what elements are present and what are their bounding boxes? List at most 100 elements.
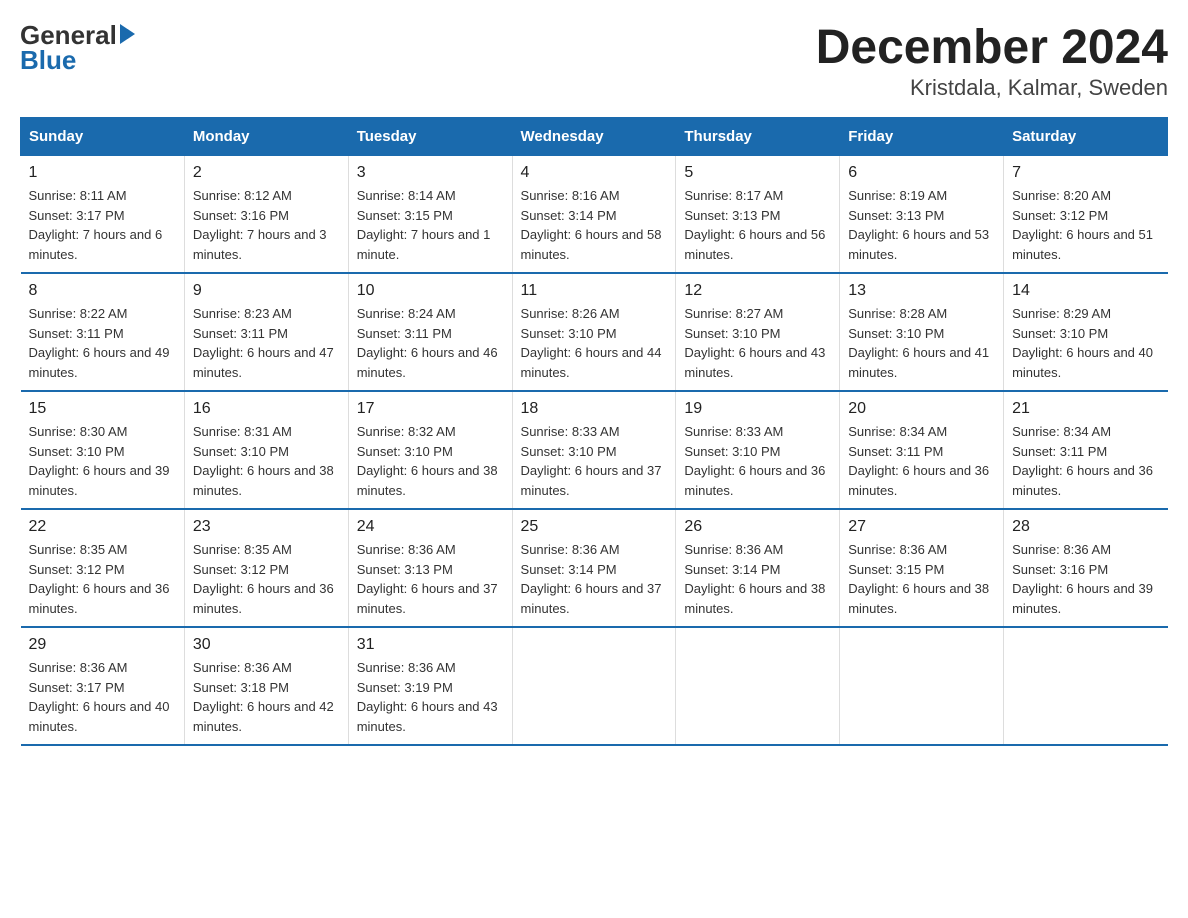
day-info: Sunrise: 8:12 AMSunset: 3:16 PMDaylight:… — [193, 186, 340, 264]
table-row: 11 Sunrise: 8:26 AMSunset: 3:10 PMDaylig… — [512, 273, 676, 391]
table-row: 9 Sunrise: 8:23 AMSunset: 3:11 PMDayligh… — [184, 273, 348, 391]
day-info: Sunrise: 8:16 AMSunset: 3:14 PMDaylight:… — [521, 186, 668, 264]
day-number: 31 — [357, 636, 504, 654]
calendar-week-row: 29 Sunrise: 8:36 AMSunset: 3:17 PMDaylig… — [21, 627, 1168, 745]
day-info: Sunrise: 8:36 AMSunset: 3:18 PMDaylight:… — [193, 658, 340, 736]
day-number: 19 — [684, 400, 831, 418]
day-number: 30 — [193, 636, 340, 654]
day-info: Sunrise: 8:30 AMSunset: 3:10 PMDaylight:… — [29, 422, 176, 500]
day-number: 23 — [193, 518, 340, 536]
day-info: Sunrise: 8:23 AMSunset: 3:11 PMDaylight:… — [193, 304, 340, 382]
table-row: 24 Sunrise: 8:36 AMSunset: 3:13 PMDaylig… — [348, 509, 512, 627]
table-row: 19 Sunrise: 8:33 AMSunset: 3:10 PMDaylig… — [676, 391, 840, 509]
calendar-week-row: 1 Sunrise: 8:11 AMSunset: 3:17 PMDayligh… — [21, 156, 1168, 274]
header-sunday: Sunday — [21, 118, 185, 156]
day-number: 6 — [848, 164, 995, 182]
day-number: 5 — [684, 164, 831, 182]
day-info: Sunrise: 8:31 AMSunset: 3:10 PMDaylight:… — [193, 422, 340, 500]
header: General Blue December 2024 Kristdala, Ka… — [20, 20, 1168, 101]
page-title: December 2024 — [816, 20, 1168, 75]
day-number: 8 — [29, 282, 176, 300]
table-row: 7 Sunrise: 8:20 AMSunset: 3:12 PMDayligh… — [1004, 156, 1168, 274]
table-row: 23 Sunrise: 8:35 AMSunset: 3:12 PMDaylig… — [184, 509, 348, 627]
logo-triangle-icon — [120, 24, 135, 44]
day-number: 15 — [29, 400, 176, 418]
table-row: 21 Sunrise: 8:34 AMSunset: 3:11 PMDaylig… — [1004, 391, 1168, 509]
day-number: 14 — [1012, 282, 1159, 300]
header-monday: Monday — [184, 118, 348, 156]
day-info: Sunrise: 8:33 AMSunset: 3:10 PMDaylight:… — [684, 422, 831, 500]
day-info: Sunrise: 8:17 AMSunset: 3:13 PMDaylight:… — [684, 186, 831, 264]
calendar-table: Sunday Monday Tuesday Wednesday Thursday… — [20, 117, 1168, 746]
page-subtitle: Kristdala, Kalmar, Sweden — [816, 75, 1168, 101]
day-info: Sunrise: 8:36 AMSunset: 3:15 PMDaylight:… — [848, 540, 995, 618]
table-row: 13 Sunrise: 8:28 AMSunset: 3:10 PMDaylig… — [840, 273, 1004, 391]
day-number: 25 — [521, 518, 668, 536]
table-row: 31 Sunrise: 8:36 AMSunset: 3:19 PMDaylig… — [348, 627, 512, 745]
day-info: Sunrise: 8:29 AMSunset: 3:10 PMDaylight:… — [1012, 304, 1159, 382]
table-row: 10 Sunrise: 8:24 AMSunset: 3:11 PMDaylig… — [348, 273, 512, 391]
logo-blue-text: Blue — [20, 45, 135, 76]
day-number: 2 — [193, 164, 340, 182]
day-number: 21 — [1012, 400, 1159, 418]
title-area: December 2024 Kristdala, Kalmar, Sweden — [816, 20, 1168, 101]
day-info: Sunrise: 8:36 AMSunset: 3:19 PMDaylight:… — [357, 658, 504, 736]
day-number: 1 — [29, 164, 176, 182]
header-row: Sunday Monday Tuesday Wednesday Thursday… — [21, 118, 1168, 156]
day-number: 22 — [29, 518, 176, 536]
day-info: Sunrise: 8:36 AMSunset: 3:16 PMDaylight:… — [1012, 540, 1159, 618]
table-row: 2 Sunrise: 8:12 AMSunset: 3:16 PMDayligh… — [184, 156, 348, 274]
header-friday: Friday — [840, 118, 1004, 156]
header-tuesday: Tuesday — [348, 118, 512, 156]
day-info: Sunrise: 8:36 AMSunset: 3:14 PMDaylight:… — [684, 540, 831, 618]
calendar-week-row: 8 Sunrise: 8:22 AMSunset: 3:11 PMDayligh… — [21, 273, 1168, 391]
day-info: Sunrise: 8:34 AMSunset: 3:11 PMDaylight:… — [848, 422, 995, 500]
day-info: Sunrise: 8:36 AMSunset: 3:13 PMDaylight:… — [357, 540, 504, 618]
day-info: Sunrise: 8:32 AMSunset: 3:10 PMDaylight:… — [357, 422, 504, 500]
table-row: 6 Sunrise: 8:19 AMSunset: 3:13 PMDayligh… — [840, 156, 1004, 274]
day-number: 12 — [684, 282, 831, 300]
table-row: 3 Sunrise: 8:14 AMSunset: 3:15 PMDayligh… — [348, 156, 512, 274]
day-number: 20 — [848, 400, 995, 418]
table-row: 5 Sunrise: 8:17 AMSunset: 3:13 PMDayligh… — [676, 156, 840, 274]
table-row — [676, 627, 840, 745]
day-number: 3 — [357, 164, 504, 182]
table-row: 8 Sunrise: 8:22 AMSunset: 3:11 PMDayligh… — [21, 273, 185, 391]
day-info: Sunrise: 8:35 AMSunset: 3:12 PMDaylight:… — [193, 540, 340, 618]
day-number: 28 — [1012, 518, 1159, 536]
header-thursday: Thursday — [676, 118, 840, 156]
day-number: 18 — [521, 400, 668, 418]
table-row: 16 Sunrise: 8:31 AMSunset: 3:10 PMDaylig… — [184, 391, 348, 509]
table-row: 20 Sunrise: 8:34 AMSunset: 3:11 PMDaylig… — [840, 391, 1004, 509]
table-row: 18 Sunrise: 8:33 AMSunset: 3:10 PMDaylig… — [512, 391, 676, 509]
table-row: 12 Sunrise: 8:27 AMSunset: 3:10 PMDaylig… — [676, 273, 840, 391]
day-info: Sunrise: 8:28 AMSunset: 3:10 PMDaylight:… — [848, 304, 995, 382]
day-info: Sunrise: 8:20 AMSunset: 3:12 PMDaylight:… — [1012, 186, 1159, 264]
day-number: 29 — [29, 636, 176, 654]
day-number: 13 — [848, 282, 995, 300]
table-row: 27 Sunrise: 8:36 AMSunset: 3:15 PMDaylig… — [840, 509, 1004, 627]
logo: General Blue — [20, 20, 135, 76]
table-row: 29 Sunrise: 8:36 AMSunset: 3:17 PMDaylig… — [21, 627, 185, 745]
day-info: Sunrise: 8:26 AMSunset: 3:10 PMDaylight:… — [521, 304, 668, 382]
day-info: Sunrise: 8:33 AMSunset: 3:10 PMDaylight:… — [521, 422, 668, 500]
table-row: 17 Sunrise: 8:32 AMSunset: 3:10 PMDaylig… — [348, 391, 512, 509]
day-info: Sunrise: 8:27 AMSunset: 3:10 PMDaylight:… — [684, 304, 831, 382]
day-info: Sunrise: 8:35 AMSunset: 3:12 PMDaylight:… — [29, 540, 176, 618]
table-row: 30 Sunrise: 8:36 AMSunset: 3:18 PMDaylig… — [184, 627, 348, 745]
day-number: 17 — [357, 400, 504, 418]
day-number: 24 — [357, 518, 504, 536]
day-info: Sunrise: 8:34 AMSunset: 3:11 PMDaylight:… — [1012, 422, 1159, 500]
day-number: 16 — [193, 400, 340, 418]
table-row — [840, 627, 1004, 745]
table-row: 14 Sunrise: 8:29 AMSunset: 3:10 PMDaylig… — [1004, 273, 1168, 391]
table-row: 1 Sunrise: 8:11 AMSunset: 3:17 PMDayligh… — [21, 156, 185, 274]
table-row — [512, 627, 676, 745]
table-row: 4 Sunrise: 8:16 AMSunset: 3:14 PMDayligh… — [512, 156, 676, 274]
day-info: Sunrise: 8:36 AMSunset: 3:14 PMDaylight:… — [521, 540, 668, 618]
day-info: Sunrise: 8:14 AMSunset: 3:15 PMDaylight:… — [357, 186, 504, 264]
table-row: 22 Sunrise: 8:35 AMSunset: 3:12 PMDaylig… — [21, 509, 185, 627]
day-number: 10 — [357, 282, 504, 300]
header-saturday: Saturday — [1004, 118, 1168, 156]
calendar-week-row: 22 Sunrise: 8:35 AMSunset: 3:12 PMDaylig… — [21, 509, 1168, 627]
